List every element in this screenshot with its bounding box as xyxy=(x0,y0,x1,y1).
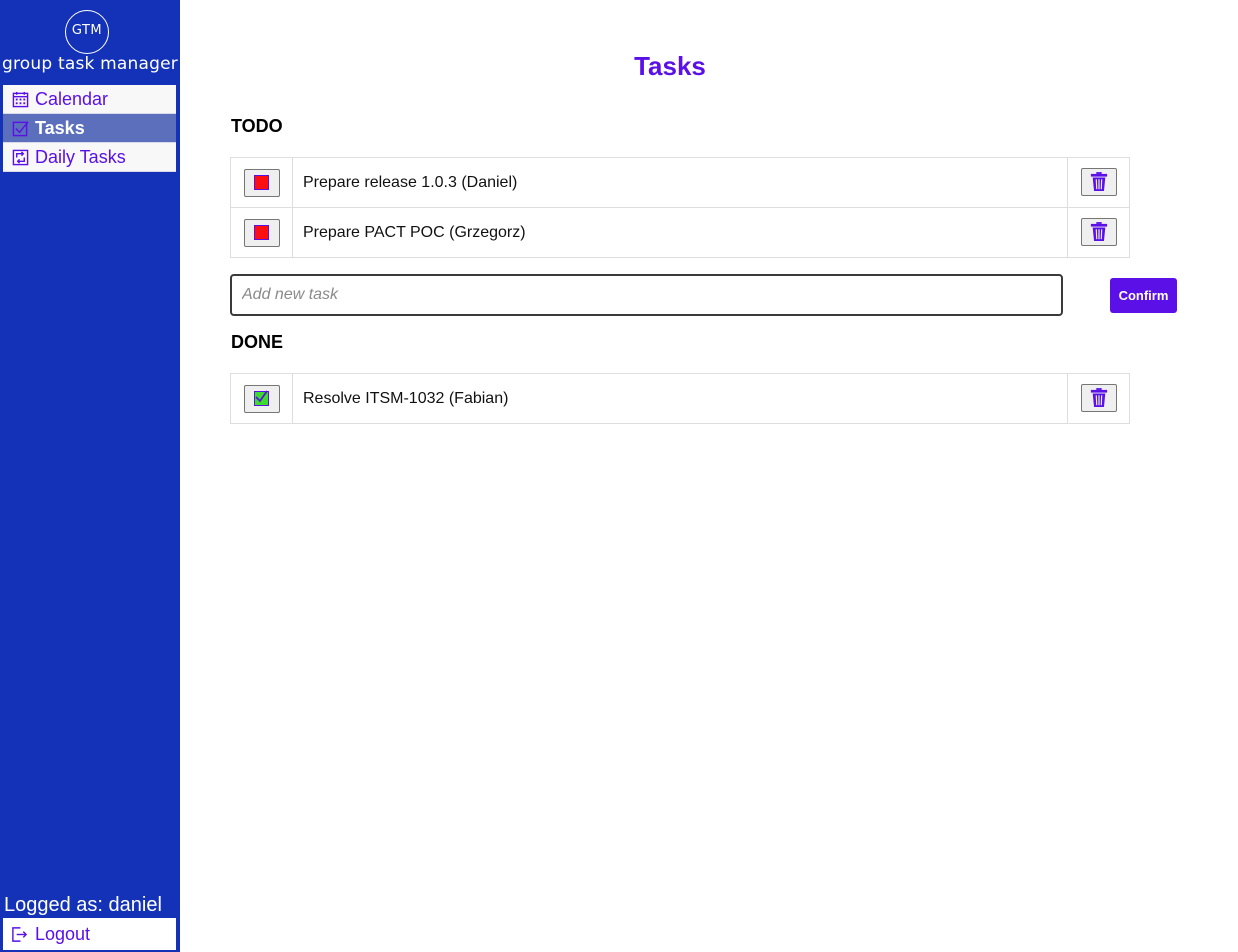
done-table: Resolve ITSM-1032 (Fabian) xyxy=(230,373,1130,424)
toggle-done-button[interactable] xyxy=(243,168,280,197)
done-heading: DONE xyxy=(231,332,284,352)
sidebar-item-label: Calendar xyxy=(35,88,109,109)
checkbox-icon xyxy=(11,119,29,137)
table-row: Resolve ITSM-1032 (Fabian) xyxy=(230,373,1130,424)
unchecked-box-icon xyxy=(254,175,269,190)
logo-text: group task manager xyxy=(2,54,178,74)
repeat-icon xyxy=(11,148,29,166)
unchecked-box-icon xyxy=(254,225,269,240)
calendar-icon xyxy=(11,90,29,108)
logged-user: Logged as: daniel xyxy=(4,894,162,916)
task-text: Prepare release 1.0.3 (Daniel) xyxy=(292,157,1068,208)
trash-icon xyxy=(1090,388,1107,407)
page-title: Tasks xyxy=(634,51,706,81)
delete-button[interactable] xyxy=(1080,218,1117,246)
table-row: Prepare release 1.0.3 (Daniel) xyxy=(230,157,1130,208)
app-logo: GTM group task manager xyxy=(0,8,180,76)
confirm-button[interactable]: Confirm xyxy=(1110,278,1177,313)
trash-icon xyxy=(1090,222,1107,241)
checked-box-icon xyxy=(254,390,269,406)
trash-icon xyxy=(1090,172,1107,191)
delete-button[interactable] xyxy=(1080,384,1117,412)
sidebar-item-label: Tasks xyxy=(35,117,85,138)
sidebar-nav: Calendar Tasks Daily Tasks xyxy=(3,85,176,172)
task-text: Resolve ITSM-1032 (Fabian) xyxy=(292,373,1068,424)
sidebar-item-calendar[interactable]: Calendar xyxy=(3,85,176,114)
delete-button[interactable] xyxy=(1080,168,1117,196)
logout-icon xyxy=(11,925,29,943)
sidebar-item-tasks[interactable]: Tasks xyxy=(3,114,176,143)
main-content: Tasks TODO Prepare release 1.0.3 (Daniel… xyxy=(180,0,1238,952)
new-task-input[interactable] xyxy=(230,274,1063,316)
sidebar: GTM group task manager Calendar Tasks Da… xyxy=(0,0,180,952)
logout-button[interactable]: Logout xyxy=(3,918,176,950)
sidebar-footer: Logged as: daniel Logout xyxy=(3,892,176,950)
todo-table: Prepare release 1.0.3 (Daniel) Prepare P… xyxy=(230,157,1130,258)
task-text: Prepare PACT POC (Grzegorz) xyxy=(292,207,1068,258)
table-row: Prepare PACT POC (Grzegorz) xyxy=(230,207,1130,258)
logout-label: Logout xyxy=(35,923,91,944)
todo-heading: TODO xyxy=(231,116,283,136)
logo-abbr: GTM xyxy=(71,23,103,38)
toggle-done-button[interactable] xyxy=(243,384,280,413)
sidebar-item-label: Daily Tasks xyxy=(35,146,126,167)
sidebar-item-daily-tasks[interactable]: Daily Tasks xyxy=(3,143,176,172)
toggle-done-button[interactable] xyxy=(243,218,280,247)
